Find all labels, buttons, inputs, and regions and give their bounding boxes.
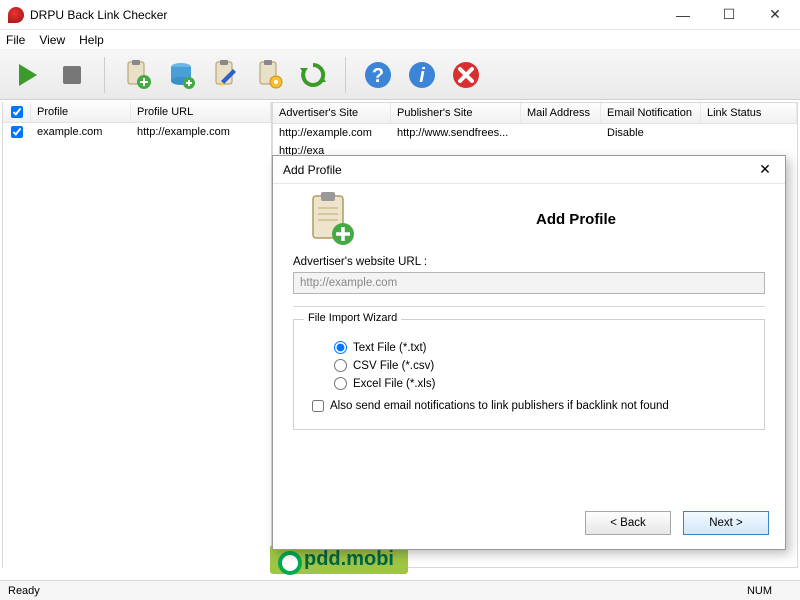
add-profile-dialog: Add Profile ✕ Add Profile Advertiser's w… — [272, 155, 786, 550]
col-publisher[interactable]: Publisher's Site — [391, 103, 521, 123]
col-advertiser[interactable]: Advertiser's Site — [273, 103, 391, 123]
next-button[interactable]: Next > — [683, 511, 769, 535]
status-num: NUM — [747, 585, 772, 597]
info-button[interactable]: i — [402, 55, 442, 95]
close-button[interactable]: ✕ — [752, 0, 798, 29]
col-checkbox[interactable] — [3, 102, 31, 122]
add-profile-button[interactable] — [117, 55, 157, 95]
advertiser-url-input[interactable] — [293, 272, 765, 294]
help-button[interactable]: ? — [358, 55, 398, 95]
status-ready: Ready — [8, 585, 40, 597]
edit-profile-button[interactable] — [205, 55, 245, 95]
back-button[interactable]: < Back — [585, 511, 671, 535]
menu-help[interactable]: Help — [79, 33, 104, 47]
delete-button[interactable] — [446, 55, 486, 95]
file-import-legend: File Import Wizard — [304, 312, 401, 324]
menu-file[interactable]: File — [6, 33, 25, 47]
app-icon — [8, 7, 24, 23]
svg-text:?: ? — [372, 65, 384, 87]
maximize-button[interactable]: ☐ — [706, 0, 752, 29]
stop-button[interactable] — [52, 55, 92, 95]
refresh-button[interactable] — [293, 55, 333, 95]
settings-profile-button[interactable] — [249, 55, 289, 95]
result-row[interactable]: http://example.comhttp://www.sendfrees..… — [273, 124, 797, 142]
play-button[interactable] — [8, 55, 48, 95]
radio-csv[interactable]: CSV File (*.csv) — [334, 359, 742, 372]
profile-list-pane: Profile Profile URL example.com http://e… — [2, 102, 272, 568]
clipboard-add-icon — [303, 192, 357, 246]
url-label: Advertiser's website URL : — [293, 256, 765, 268]
col-email-notif[interactable]: Email Notification — [601, 103, 701, 123]
col-link-status[interactable]: Link Status — [701, 103, 797, 123]
dialog-close-button[interactable]: ✕ — [751, 161, 779, 178]
dialog-heading: Add Profile — [387, 211, 765, 228]
col-profile-url[interactable]: Profile URL — [131, 102, 271, 122]
minimize-button[interactable]: — — [660, 0, 706, 29]
dialog-title: Add Profile — [283, 163, 342, 177]
svg-text:i: i — [419, 65, 425, 87]
database-button[interactable] — [161, 55, 201, 95]
radio-xls[interactable]: Excel File (*.xls) — [334, 377, 742, 390]
row-checkbox[interactable] — [11, 126, 23, 138]
window-title: DRPU Back Link Checker — [30, 8, 660, 22]
profile-row[interactable]: example.com http://example.com — [3, 123, 271, 141]
menu-view[interactable]: View — [39, 33, 65, 47]
radio-txt[interactable]: Text File (*.txt) — [334, 341, 742, 354]
checkbox-notify[interactable]: Also send email notifications to link pu… — [312, 400, 742, 412]
col-mail[interactable]: Mail Address — [521, 103, 601, 123]
col-profile[interactable]: Profile — [31, 102, 131, 122]
